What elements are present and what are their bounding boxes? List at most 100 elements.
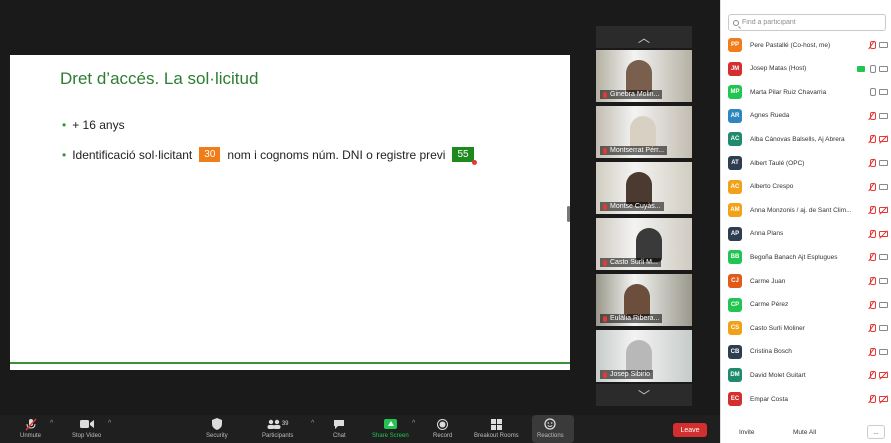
video-tile[interactable]: Montserrat Pérr... xyxy=(596,106,692,158)
participant-row[interactable]: DM David Molet Guitart xyxy=(721,366,891,384)
security-button[interactable]: Security xyxy=(206,417,228,439)
participant-search-box[interactable] xyxy=(728,14,886,31)
participant-name: Carme Juan xyxy=(750,277,786,285)
split-resize-handle[interactable] xyxy=(567,206,570,222)
video-options-caret-icon[interactable]: ^ xyxy=(108,420,111,427)
video-tile[interactable]: Eulàlia Ribera... xyxy=(596,274,692,326)
scroll-down-button[interactable]: ﹀ xyxy=(596,384,692,406)
participant-name: Albert Taulé (OPC) xyxy=(750,159,805,167)
microphone-muted-icon xyxy=(869,324,876,333)
chevron-down-icon: ﹀ xyxy=(637,388,650,403)
participant-name: Alberto Crespo xyxy=(750,183,794,191)
slide-footer-line xyxy=(10,362,570,364)
participant-row[interactable]: CP Carme Pérez xyxy=(721,296,891,314)
avatar: CJ xyxy=(728,274,742,288)
participant-status-icons xyxy=(869,159,888,167)
participants-options-caret-icon[interactable]: ^ xyxy=(311,420,314,427)
more-options-button[interactable]: ... xyxy=(867,425,885,439)
invite-button[interactable]: Invite xyxy=(739,425,755,439)
bullet-dot: • xyxy=(62,147,67,162)
chat-bubble-icon xyxy=(333,417,345,431)
participant-row[interactable]: AT Albert Taulé (OPC) xyxy=(721,154,891,172)
participant-status-icons xyxy=(869,277,888,285)
participant-name: Anna Monzonis / aj. de Sant Clim... xyxy=(750,206,852,214)
unmute-label: Unmute xyxy=(20,433,42,439)
video-tile[interactable]: Casto Surli M... xyxy=(596,218,692,270)
scroll-up-button[interactable]: ︿ xyxy=(596,26,692,48)
participant-row[interactable]: CS Casto Surli Moliner xyxy=(721,319,891,337)
audio-options-caret-icon[interactable]: ^ xyxy=(50,420,53,427)
participant-name: Casto Surli Moliner xyxy=(750,324,805,332)
video-tile[interactable]: Montse Cuyàs... xyxy=(596,162,692,214)
participant-row[interactable]: BB Begoña Banach Ajt Esplugues xyxy=(721,248,891,266)
security-label: Security xyxy=(206,433,228,439)
participant-row[interactable]: CB Cristina Bosch xyxy=(721,343,891,361)
participants-button[interactable]: 39 Participants xyxy=(262,417,293,439)
breakout-rooms-button[interactable]: Breakout Rooms xyxy=(474,417,519,439)
orange-number-tag: 30 xyxy=(199,147,221,162)
participant-video-figure xyxy=(626,340,652,374)
leave-button[interactable]: Leave xyxy=(673,423,707,437)
video-tile-name: Eulàlia Ribera... xyxy=(600,314,663,323)
participant-row[interactable]: PP Pere Pastallé (Co-host, me) xyxy=(721,36,891,54)
video-tile[interactable]: Ginebra Molin... xyxy=(596,50,692,102)
participant-row[interactable]: AR Agnes Rueda xyxy=(721,107,891,125)
search-icon xyxy=(733,19,739,26)
participant-row[interactable]: AP Anna Plans xyxy=(721,225,891,243)
avatar: CS xyxy=(728,321,742,336)
chat-button[interactable]: Chat xyxy=(333,417,346,439)
participant-status-icons xyxy=(869,111,888,120)
participants-count: 39 xyxy=(281,421,289,427)
mute-all-button[interactable]: Mute All xyxy=(793,425,816,439)
microphone-muted-icon xyxy=(24,417,37,431)
microphone-muted-icon xyxy=(603,259,607,266)
participant-video-figure xyxy=(630,116,656,150)
video-camera-icon xyxy=(879,278,888,284)
microphone-icon xyxy=(869,64,876,73)
participant-row[interactable]: MP Marta Pilar Ruiz Chavarria xyxy=(721,83,891,101)
microphone-muted-icon xyxy=(869,159,876,167)
participant-row[interactable]: AM Anna Monzonis / aj. de Sant Clim... xyxy=(721,201,891,219)
avatar: CB xyxy=(728,344,742,359)
video-camera-icon xyxy=(879,254,888,261)
participant-row[interactable]: CJ Carme Juan xyxy=(721,272,891,290)
reactions-button[interactable]: Reactions xyxy=(537,417,564,439)
participant-row[interactable]: JM Josep Matas (Host) xyxy=(721,60,891,78)
avatar: CP xyxy=(728,297,742,312)
participants-label: Participants xyxy=(262,433,294,439)
share-options-caret-icon[interactable]: ^ xyxy=(412,420,415,427)
video-tile[interactable]: Josep Sibirio xyxy=(596,330,692,382)
avatar: PP xyxy=(728,38,742,52)
video-camera-icon xyxy=(79,417,94,431)
stop-video-button[interactable]: Stop Video xyxy=(72,417,101,439)
participant-search-input[interactable] xyxy=(742,19,882,26)
participant-row[interactable]: AC Alba Cánovas Balsells, Aj Abrera xyxy=(721,130,891,148)
participant-status-icons xyxy=(869,135,888,144)
video-tile-name: Montserrat Pérr... xyxy=(600,146,668,155)
participant-status-icons xyxy=(869,395,888,403)
record-button[interactable]: Record xyxy=(433,417,452,439)
avatar: EC xyxy=(728,392,742,406)
record-icon xyxy=(437,417,449,431)
participant-name: Cristina Bosch xyxy=(750,348,792,356)
participant-name: Carme Pérez xyxy=(750,301,789,309)
smiley-add-icon xyxy=(544,417,556,431)
participant-row[interactable]: AC Alberto Crespo xyxy=(721,178,891,196)
participant-video-figure xyxy=(636,228,662,262)
microphone-muted-icon xyxy=(869,277,876,285)
breakout-rooms-label: Breakout Rooms xyxy=(474,433,519,439)
video-tile-name: Casto Surli M... xyxy=(600,258,661,267)
unmute-button[interactable]: Unmute xyxy=(20,417,41,439)
microphone-muted-icon xyxy=(869,371,876,380)
microphone-muted-icon xyxy=(603,203,607,210)
participant-status-icons xyxy=(869,229,888,238)
video-camera-icon xyxy=(879,160,888,166)
video-camera-icon xyxy=(879,65,888,72)
video-camera-icon xyxy=(879,42,888,48)
share-screen-button[interactable]: Share Screen xyxy=(372,417,409,439)
participants-panel-footer: Invite Mute All ... xyxy=(721,420,891,443)
participant-row[interactable]: EC Empar Costa xyxy=(721,390,891,408)
microphone-muted-icon xyxy=(603,371,607,378)
green-number-tag: 55 xyxy=(452,147,477,165)
reactions-label: Reactions xyxy=(537,433,564,439)
